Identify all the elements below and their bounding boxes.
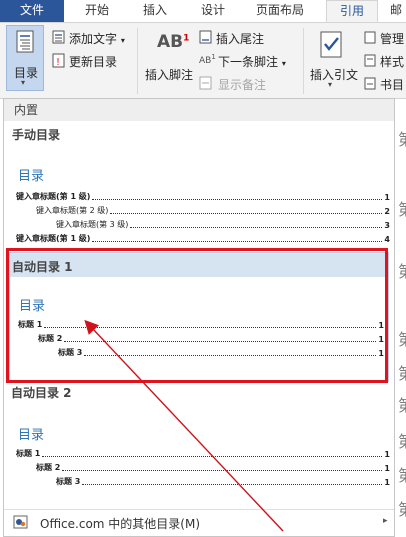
annotation-highlight-box (6, 248, 388, 383)
tab-mailings[interactable]: 邮 (386, 0, 406, 22)
next-footnote-icon: AB1 (199, 53, 216, 66)
add-text-icon (52, 30, 65, 44)
next-footnote-button[interactable]: 下一条脚注 ▾ (218, 53, 286, 70)
tab-layout[interactable]: 页面布局 (248, 0, 312, 22)
manual-toc-heading: 目录 (18, 169, 45, 184)
manual-toc-title: 手动目录 (12, 128, 61, 142)
toc-icon (16, 30, 34, 53)
insert-endnote-icon (199, 30, 212, 44)
style-icon (364, 54, 376, 67)
document-text: 第 (398, 392, 406, 416)
more-toc-label: Office.com 中的其他目录(M) (40, 517, 201, 531)
update-toc-icon: ! (52, 53, 65, 68)
auto-toc-2-option[interactable]: 自动目录 2 目录 标题 11 标题 21 标题 31 (4, 382, 394, 507)
insert-citation-icon (320, 31, 342, 58)
document-text: 第 (398, 428, 406, 452)
toc-entry: 键入章标题(第 3 级) 3 (56, 220, 390, 230)
document-text: 第 (398, 360, 406, 384)
document-text: 第 (398, 126, 406, 150)
chevron-down-icon: ▾ (328, 80, 333, 89)
office-toc-icon (13, 515, 28, 529)
auto-toc-2-heading: 目录 (18, 428, 45, 443)
gallery-section-header: 内置 (4, 99, 394, 121)
tab-design[interactable]: 设计 (188, 0, 238, 22)
toc-entry: 标题 31 (56, 477, 390, 487)
document-text: 第 (398, 326, 406, 350)
chevron-down-icon: ▾ (21, 78, 26, 87)
insert-footnote-button[interactable]: 插入脚注 (145, 66, 193, 83)
insert-endnote-button[interactable]: 插入尾注 (216, 30, 264, 47)
bibliography-button[interactable]: 书目 (380, 76, 404, 93)
document-text: 第 (398, 258, 406, 282)
auto-toc-2-title: 自动目录 2 (11, 386, 72, 400)
ribbon-tab-bar: 文件 开始 插入 设计 页面布局 引用 邮 (0, 0, 406, 23)
toc-entry: 键入章标题(第 2 级) 2 (36, 206, 390, 216)
document-text: 第 (398, 462, 406, 486)
bibliography-icon (364, 77, 376, 90)
chevron-right-icon: ▸ (383, 516, 388, 526)
toc-entry: 键入章标题(第 1 级) 1 (16, 192, 390, 202)
tab-references[interactable]: 引用 (326, 0, 378, 22)
update-toc-button[interactable]: 更新目录 (69, 53, 117, 70)
toc-button-label: 目录 (14, 66, 39, 80)
show-notes-button[interactable]: 显示备注 (218, 76, 266, 93)
manage-sources-button[interactable]: 管理 (380, 30, 404, 47)
toc-entry: 标题 21 (36, 463, 390, 473)
add-text-button[interactable]: 添加文字 ▾ (69, 30, 125, 47)
manage-sources-icon (364, 31, 376, 44)
group-separator (137, 28, 138, 94)
group-separator (303, 28, 304, 94)
tab-file[interactable]: 文件 (0, 0, 64, 22)
manual-toc-option[interactable]: 手动目录 目录 键入章标题(第 1 级) 1 键入章标题(第 2 级) 2 键入章标… (4, 121, 394, 247)
insert-footnote-icon: AB1 (157, 32, 190, 52)
ribbon-references: 目录 ▾ 添加文字 ▾ ! 更新目录 AB1 插入脚注 插入尾注 AB1 下一条… (0, 22, 406, 99)
style-dropdown[interactable]: 样式 (380, 53, 404, 70)
chevron-down-icon: ▾ (120, 36, 125, 45)
document-text: 第 (398, 196, 406, 220)
toc-entry: 标题 11 (16, 449, 390, 459)
tab-insert[interactable]: 插入 (130, 0, 180, 22)
toc-button[interactable]: 目录 ▾ (6, 25, 44, 91)
show-notes-icon (199, 76, 212, 90)
toc-entry: 键入章标题(第 1 级) 4 (16, 234, 390, 244)
svg-text:!: ! (56, 57, 60, 68)
insert-citation-button[interactable]: 插入引文 (310, 66, 358, 83)
document-text: 第 (398, 496, 406, 520)
tab-home[interactable]: 开始 (72, 0, 122, 22)
chevron-down-icon: ▾ (281, 59, 286, 68)
more-toc-from-office-menu-item[interactable]: Office.com 中的其他目录(M) ▸ (4, 509, 394, 536)
